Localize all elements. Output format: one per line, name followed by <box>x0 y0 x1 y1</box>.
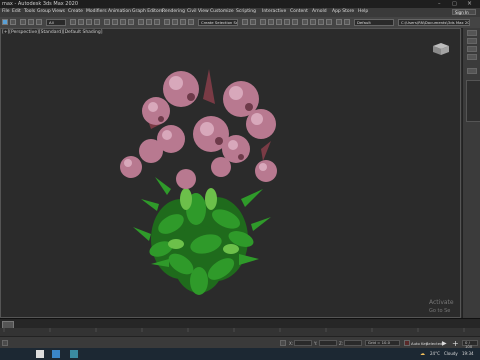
add-icon[interactable]: + <box>452 339 459 348</box>
menu-bar: File Edit Tools Group Views Create Modif… <box>0 8 480 17</box>
pivot-center-icon[interactable] <box>138 19 144 25</box>
named-selection-set-dropdown[interactable]: Create Selection Se <box>198 19 238 26</box>
grid-display: Grid = 10.0 <box>365 340 400 346</box>
create-tab-icon[interactable] <box>467 30 477 36</box>
play-icon[interactable]: ▶ <box>442 340 447 347</box>
menu-modifiers[interactable]: Modifiers <box>86 9 107 14</box>
toggle-ribbon-icon[interactable] <box>268 19 274 25</box>
track-bar-ticks <box>3 328 465 332</box>
command-panel <box>462 28 480 318</box>
track-bar[interactable] <box>0 328 480 336</box>
menu-tools[interactable]: Tools <box>24 9 35 14</box>
place-icon[interactable] <box>128 19 134 25</box>
window-title: max - Autodesk 3ds Max 2020 <box>2 1 79 7</box>
task-view-icon[interactable] <box>52 350 60 358</box>
menu-help[interactable]: Help <box>358 9 368 14</box>
rotate-icon[interactable] <box>112 19 118 25</box>
angle-snap-icon[interactable] <box>172 19 178 25</box>
snaps-toggle-icon[interactable] <box>164 19 170 25</box>
menu-group[interactable]: Group <box>37 9 51 14</box>
redo-icon[interactable] <box>10 19 16 25</box>
clock[interactable]: 19:34 <box>462 351 474 356</box>
maximize-icon[interactable]: □ <box>452 1 460 7</box>
render-setup-icon[interactable] <box>302 19 308 25</box>
activation-watermark-title: Activate <box>429 299 454 306</box>
close-icon[interactable]: × <box>467 0 475 7</box>
window-crossing-icon[interactable] <box>94 19 100 25</box>
z-coordinate-field[interactable] <box>344 340 362 346</box>
material-editor-icon[interactable] <box>292 19 298 25</box>
project-path-field[interactable]: C:\Users\RN\Documents\3ds Max 2020 <box>398 19 470 26</box>
selection-filter-dropdown[interactable]: All <box>46 19 66 26</box>
title-bar: max - Autodesk 3ds Max 2020 – □ × <box>0 0 480 8</box>
minimize-icon[interactable]: – <box>438 1 446 7</box>
unlink-icon[interactable] <box>28 19 34 25</box>
auto-key-icon[interactable] <box>404 340 410 346</box>
activation-watermark-sub: Go to Se <box>429 308 451 314</box>
open-explorer-icon[interactable] <box>344 19 350 25</box>
motion-tab-icon[interactable] <box>467 54 477 60</box>
scale-icon[interactable] <box>120 19 126 25</box>
spinner-snap-icon[interactable] <box>188 19 194 25</box>
viewcube-icon[interactable] <box>429 39 453 57</box>
menu-file[interactable]: File <box>2 9 10 14</box>
rendered-frame-window-icon[interactable] <box>310 19 316 25</box>
maxscript-listener-icon[interactable] <box>2 340 8 346</box>
selected-dropdown[interactable]: Selected <box>426 341 442 346</box>
select-object-icon[interactable] <box>70 19 76 25</box>
menu-app-store[interactable]: App Store <box>332 9 354 14</box>
mirror-icon[interactable] <box>242 19 248 25</box>
y-label: Y: <box>314 341 318 346</box>
menu-interactive[interactable]: Interactive <box>262 9 286 14</box>
menu-content[interactable]: Content <box>290 9 308 14</box>
weather-desc[interactable]: Cloudy <box>444 351 458 356</box>
menu-create[interactable]: Create <box>68 9 83 14</box>
menu-scripting[interactable]: Scripting <box>236 9 256 14</box>
viewport-label[interactable]: [+][Perspective][Standard][Default Shadi… <box>2 30 103 35</box>
keyboard-shortcut-icon[interactable] <box>154 19 160 25</box>
weather-icon[interactable]: ☁ <box>420 351 425 357</box>
percent-snap-icon[interactable] <box>180 19 186 25</box>
link-icon[interactable] <box>20 19 26 25</box>
windows-taskbar: ☁ 24°C Cloudy 19:34 <box>0 348 480 360</box>
start-icon[interactable] <box>36 350 44 358</box>
undo-icon[interactable] <box>2 19 8 25</box>
z-label: Z: <box>339 341 344 346</box>
select-manipulate-icon[interactable] <box>146 19 152 25</box>
frame-field[interactable]: 0 / 100 <box>462 340 478 349</box>
move-icon[interactable] <box>104 19 110 25</box>
menu-rendering[interactable]: Rendering <box>162 9 185 14</box>
x-coordinate-field[interactable] <box>294 340 312 346</box>
arnold-render-icon[interactable] <box>336 19 342 25</box>
render-online-icon[interactable] <box>326 19 332 25</box>
perspective-viewport[interactable]: [+][Perspective][Standard][Default Shadi… <box>0 28 461 318</box>
y-coordinate-field[interactable] <box>319 340 337 346</box>
bind-space-warp-icon[interactable] <box>36 19 42 25</box>
3ds-max-taskbar-icon[interactable] <box>70 350 78 358</box>
menu-customize[interactable]: Customize <box>210 9 234 14</box>
menu-animation[interactable]: Animation <box>108 9 131 14</box>
layer-explorer-icon[interactable] <box>260 19 266 25</box>
plant-model-image <box>120 69 277 295</box>
sign-in-button[interactable]: Sign In <box>452 9 476 15</box>
selection-region-icon[interactable] <box>86 19 92 25</box>
x-label: X: <box>289 341 294 346</box>
hierarchy-tab-icon[interactable] <box>467 46 477 52</box>
modifier-list-dropdown[interactable] <box>467 68 477 74</box>
render-production-icon[interactable] <box>318 19 324 25</box>
modify-tab-icon[interactable] <box>467 38 477 44</box>
curve-editor-icon[interactable] <box>276 19 282 25</box>
workspace-dropdown[interactable]: Default <box>354 19 394 26</box>
menu-edit[interactable]: Edit <box>12 9 21 14</box>
menu-views[interactable]: Views <box>52 9 65 14</box>
menu-civil-view[interactable]: Civil View <box>187 9 209 14</box>
select-by-name-icon[interactable] <box>78 19 84 25</box>
menu-arnold[interactable]: Arnold <box>312 9 327 14</box>
align-icon[interactable] <box>250 19 256 25</box>
schematic-view-icon[interactable] <box>284 19 290 25</box>
modifier-stack-list[interactable] <box>466 80 480 122</box>
menu-graph-editors[interactable]: Graph Editors <box>132 9 163 14</box>
lock-selection-icon[interactable] <box>280 340 286 346</box>
weather-temp[interactable]: 24°C <box>430 351 440 356</box>
